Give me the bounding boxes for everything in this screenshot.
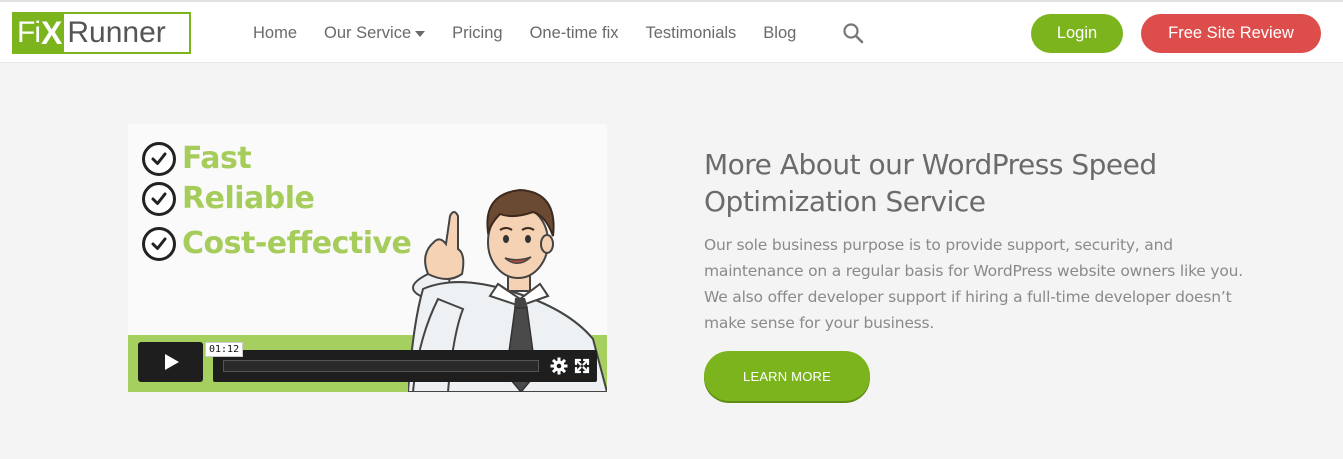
play-icon	[164, 354, 179, 370]
nav-one-time-fix[interactable]: One-time fix	[530, 24, 619, 43]
learn-more-button[interactable]: LEARN MORE	[704, 351, 870, 401]
video-progress-bar[interactable]	[223, 360, 539, 372]
checkmark-icon	[142, 181, 176, 216]
nav-pricing[interactable]: Pricing	[452, 24, 502, 43]
caret-down-icon	[415, 30, 426, 37]
fixrunner-logo[interactable]: Fi X Runner	[12, 12, 191, 54]
gear-icon[interactable]	[550, 357, 568, 375]
nav-blog[interactable]: Blog	[763, 24, 796, 43]
play-button[interactable]	[138, 342, 203, 382]
checklist-item-reliable: Reliable	[142, 181, 315, 216]
logo-text-x: X	[41, 15, 62, 51]
free-site-review-button[interactable]: Free Site Review	[1141, 14, 1321, 53]
fullscreen-icon[interactable]	[574, 358, 590, 374]
nav-home-label: Home	[253, 23, 298, 42]
logo-fix-mark: Fi X	[14, 14, 65, 52]
section-body-text: Our sole business purpose is to provide …	[704, 236, 1243, 332]
nav-pricing-label: Pricing	[452, 23, 503, 42]
nav-testimonials[interactable]: Testimonials	[646, 24, 737, 43]
video-timecode: 01:12	[205, 342, 244, 357]
section-heading: More About our WordPress Speed Optimizat…	[704, 148, 1157, 218]
nav-our-service-label: Our Service	[324, 23, 412, 42]
nav-testimonials-label: Testimonials	[645, 23, 737, 42]
checklist-item-cost-effective: Cost-effective	[142, 226, 412, 261]
checklist-item-fast: Fast	[142, 141, 252, 176]
logo-text-runner: Runner	[67, 16, 166, 49]
nav-home[interactable]: Home	[253, 24, 297, 43]
search-icon[interactable]	[842, 22, 864, 44]
checklist-label: Cost-effective	[182, 226, 412, 261]
nav-blog-label: Blog	[763, 23, 797, 42]
nav-one-time-fix-label: One-time fix	[529, 23, 619, 42]
checkmark-icon	[142, 141, 176, 176]
checklist-label: Fast	[182, 141, 252, 176]
logo-text-fi: Fi	[17, 16, 41, 49]
checkmark-icon	[142, 226, 176, 261]
login-button[interactable]: Login	[1031, 14, 1123, 53]
checklist-label: Reliable	[182, 181, 315, 216]
nav-our-service[interactable]: Our Service	[324, 23, 426, 43]
video-player[interactable]: Fast Reliable Cost-effective 01:12	[128, 124, 607, 392]
video-control-bar	[213, 350, 597, 382]
site-header: Fi X Runner Home Our Service Pricing One-…	[0, 0, 1343, 63]
main-nav: Home Our Service Pricing One-time fix Te…	[253, 2, 823, 64]
